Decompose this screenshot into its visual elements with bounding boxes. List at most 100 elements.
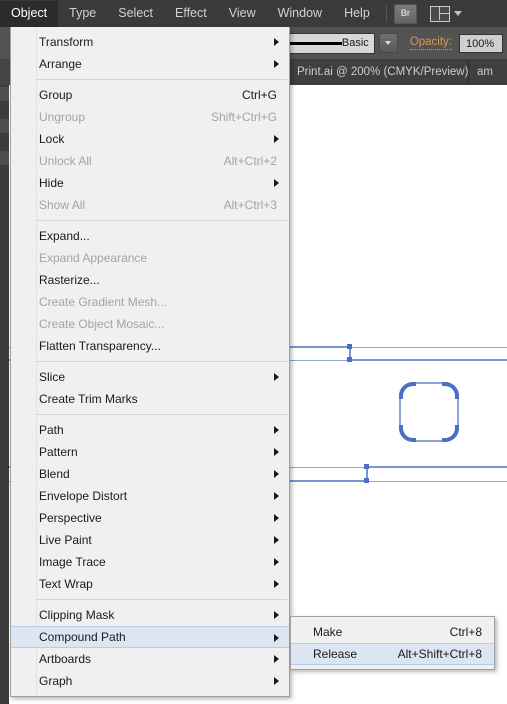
menu-divider [13, 414, 287, 415]
menu-item-label: Clipping Mask [39, 608, 115, 622]
opacity-input[interactable]: 100% [459, 33, 503, 53]
menu-item-create-object-mosaic: Create Object Mosaic... [11, 313, 289, 335]
menu-item-graph[interactable]: Graph [11, 670, 289, 692]
menu-item-arrange[interactable]: Arrange [11, 53, 289, 75]
menu-item-blend[interactable]: Blend [11, 463, 289, 485]
menu-item-expand-appearance: Expand Appearance [11, 247, 289, 269]
menu-item-image-trace[interactable]: Image Trace [11, 551, 289, 573]
menu-item-shortcut: Alt+Ctrl+3 [223, 198, 277, 212]
stroke-profile-selector[interactable]: Basic [280, 32, 375, 54]
tool-slot[interactable] [0, 119, 9, 133]
menu-item-label: Artboards [39, 652, 92, 666]
menu-item-label: Envelope Distort [39, 489, 128, 503]
menu-item-shortcut: Ctrl+G [241, 88, 277, 102]
menu-item-slice[interactable]: Slice [11, 366, 289, 388]
menu-item-text-wrap[interactable]: Text Wrap [11, 573, 289, 595]
submenu-item-release[interactable]: Release Alt+Shift+Ctrl+8 [291, 643, 494, 665]
stroke-profile-label: Basic [341, 36, 369, 49]
menu-item-artboards[interactable]: Artboards [11, 648, 289, 670]
menu-item-label: Show All [39, 198, 86, 212]
menu-item-label: Image Trace [39, 555, 106, 569]
corner-anchor[interactable] [399, 382, 416, 399]
submenu-item-shortcut: Ctrl+8 [449, 625, 482, 639]
menubar-item-window[interactable]: Window [267, 1, 333, 27]
menu-item-label: Pattern [39, 445, 78, 459]
menubar-item-effect[interactable]: Effect [164, 1, 218, 27]
selected-path-segment-bottom-right [368, 466, 507, 468]
stroke-profile-dropdown[interactable] [378, 33, 398, 53]
menu-divider [13, 220, 287, 221]
compound-path-submenu[interactable]: Make Ctrl+8 Release Alt+Shift+Ctrl+8 [290, 616, 495, 670]
menu-item-perspective[interactable]: Perspective [11, 507, 289, 529]
chevron-right-icon [274, 470, 279, 478]
document-tab-print[interactable]: Print.ai @ 200% (CMYK/Preview) × [289, 59, 485, 85]
submenu-item-label: Make [313, 625, 343, 639]
menu-item-label: Hide [39, 176, 64, 190]
menu-item-envelope-distort[interactable]: Envelope Distort [11, 485, 289, 507]
tool-slot[interactable] [0, 87, 9, 101]
chevron-right-icon [274, 536, 279, 544]
corner-anchor[interactable] [442, 382, 459, 399]
menu-item-group[interactable]: Group Ctrl+G [11, 84, 289, 106]
menu-item-label: Blend [39, 467, 70, 481]
menu-item-rasterize[interactable]: Rasterize... [11, 269, 289, 291]
submenu-item-shortcut: Alt+Shift+Ctrl+8 [397, 647, 482, 661]
chevron-down-icon[interactable] [453, 11, 462, 16]
opacity-label[interactable]: Opacity: [409, 36, 452, 50]
menubar-item-view[interactable]: View [218, 1, 267, 27]
menu-item-compound-path[interactable]: Compound Path [11, 626, 289, 648]
menubar-item-help[interactable]: Help [333, 1, 381, 27]
menu-item-path[interactable]: Path [11, 419, 289, 441]
menu-item-clipping-mask[interactable]: Clipping Mask [11, 604, 289, 626]
arrange-documents-icon[interactable] [429, 5, 450, 22]
menu-item-label: Perspective [39, 511, 102, 525]
menu-item-label: Group [39, 88, 73, 102]
menu-item-label: Flatten Transparency... [39, 339, 161, 353]
menu-item-label: Arrange [39, 57, 82, 71]
menubar-item-type[interactable]: Type [58, 1, 107, 27]
menu-item-shortcut: Shift+Ctrl+G [210, 110, 277, 124]
anchor-point[interactable] [347, 344, 352, 349]
menu-item-transform[interactable]: Transform [11, 31, 289, 53]
submenu-item-make[interactable]: Make Ctrl+8 [291, 621, 494, 643]
menu-item-expand[interactable]: Expand... [11, 225, 289, 247]
menu-item-label: Live Paint [39, 533, 92, 547]
menu-item-label: Create Trim Marks [39, 392, 138, 406]
submenu-item-label: Release [313, 647, 358, 661]
anchor-point[interactable] [364, 464, 369, 469]
bridge-button[interactable]: Br [393, 3, 417, 24]
menubar-divider [385, 5, 387, 22]
stroke-preview-line [286, 41, 342, 45]
menu-item-label: Transform [39, 35, 94, 49]
tools-panel-strip[interactable] [0, 27, 9, 704]
menu-item-label: Unlock All [39, 154, 92, 168]
menu-item-hide[interactable]: Hide [11, 172, 289, 194]
document-tab-title: Print.ai @ 200% (CMYK/Preview) [297, 66, 469, 78]
menu-item-live-paint[interactable]: Live Paint [11, 529, 289, 551]
menu-item-label: Lock [39, 132, 65, 146]
chevron-right-icon [274, 135, 279, 143]
menu-item-lock[interactable]: Lock [11, 128, 289, 150]
illustrator-window: Object Type Select Effect View Window He… [0, 0, 507, 704]
menu-item-label: Expand... [39, 229, 90, 243]
selected-path-segment-top-right [352, 359, 507, 361]
menu-divider [13, 79, 287, 80]
chevron-right-icon [274, 580, 279, 588]
object-menu-dropdown[interactable]: Transform Arrange Group Ctrl+G Ungroup S… [10, 27, 290, 697]
document-tab-title: am [477, 66, 493, 78]
menu-item-ungroup: Ungroup Shift+Ctrl+G [11, 106, 289, 128]
menu-item-label: Text Wrap [39, 577, 93, 591]
menubar-item-object[interactable]: Object [0, 0, 59, 27]
menu-item-pattern[interactable]: Pattern [11, 441, 289, 463]
menu-item-label: Ungroup [39, 110, 86, 124]
tool-slot[interactable] [0, 151, 9, 165]
menu-item-shortcut: Alt+Ctrl+2 [223, 154, 277, 168]
document-tab-secondary[interactable]: am [469, 59, 507, 85]
anchor-point[interactable] [347, 357, 352, 362]
menu-item-create-trim-marks[interactable]: Create Trim Marks [11, 388, 289, 410]
anchor-point[interactable] [364, 478, 369, 483]
menu-item-flatten-transparency[interactable]: Flatten Transparency... [11, 335, 289, 357]
corner-anchor[interactable] [399, 425, 416, 442]
menubar-item-select[interactable]: Select [107, 1, 164, 27]
corner-anchor[interactable] [442, 425, 459, 442]
